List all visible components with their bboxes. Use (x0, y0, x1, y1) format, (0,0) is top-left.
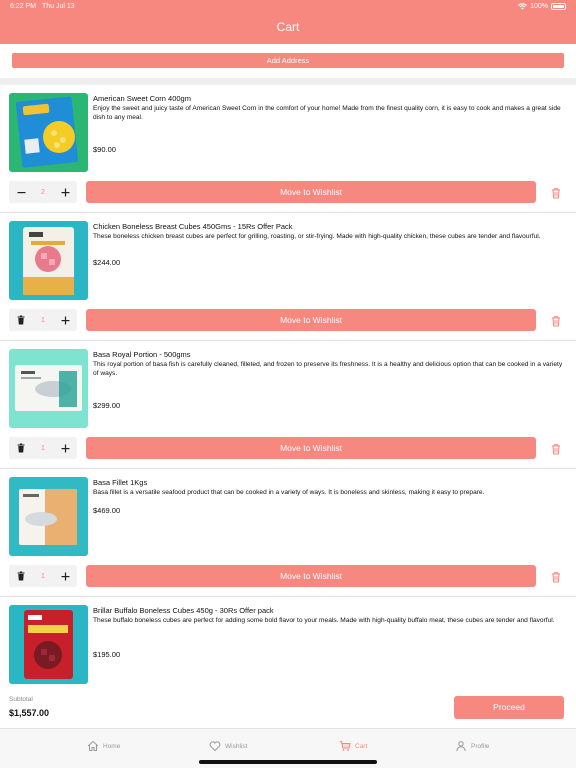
product-name: Basa Royal Portion - 500gms (93, 350, 191, 359)
product-description: Enjoy the sweet and juicy taste of Ameri… (93, 105, 561, 121)
cart-item: Basa Royal Portion - 500gms This royal p… (0, 341, 576, 469)
move-to-wishlist-button[interactable]: Move to Wishlist (86, 181, 536, 203)
tab-profile[interactable]: Profile (455, 740, 489, 752)
product-description: These boneless chicken breast cubes are … (93, 233, 541, 240)
tab-label: Cart (355, 742, 368, 750)
product-description: These buffalo boneless cubes are perfect… (93, 617, 555, 624)
cart-item: Basa Fillet 1Kgs Basa fillet is a versat… (0, 469, 576, 597)
tab-home[interactable]: Home (87, 740, 120, 752)
home-indicator (199, 760, 377, 764)
move-to-wishlist-button[interactable]: Move to Wishlist (86, 437, 536, 459)
plus-icon[interactable] (59, 314, 71, 326)
add-address-button[interactable]: Add Address (12, 53, 564, 68)
product-name: Basa Fillet 1Kgs (93, 478, 148, 487)
battery-percent: 100% (530, 3, 548, 10)
wifi-icon (518, 3, 527, 10)
tab-label: Wishlist (225, 742, 248, 750)
remove-item-trash-icon[interactable] (550, 570, 562, 583)
remove-item-trash-icon[interactable] (550, 186, 562, 199)
basa-royal-pack-image (9, 349, 88, 428)
product-price: $299.00 (93, 401, 121, 410)
buffalo-pack-image (9, 605, 88, 684)
tab-label: Profile (471, 742, 490, 750)
product-image-corn[interactable] (9, 93, 88, 172)
product-image-chicken[interactable] (9, 221, 88, 300)
product-price: $469.00 (93, 506, 121, 515)
plus-icon[interactable] (59, 186, 71, 198)
cart-item: Chicken Boneless Breast Cubes 450Gms - 1… (0, 213, 576, 341)
quantity-stepper: 1 (9, 565, 77, 587)
remove-item-trash-icon[interactable] (550, 442, 562, 455)
product-name: American Sweet Corn 400gm (93, 94, 191, 103)
cart-icon (339, 741, 351, 751)
section-divider (0, 78, 576, 85)
product-description: Basa fillet is a versatile seafood produ… (93, 489, 485, 496)
quantity-value: 1 (41, 444, 45, 452)
home-icon (87, 740, 99, 751)
quantity-stepper: 1 (9, 437, 77, 459)
cart-footer: Subtotal $1,557.00 Proceed (0, 690, 576, 728)
product-price: $195.00 (93, 650, 121, 659)
app-header: 6:22 PM Thu Jul 13 100% Cart (0, 0, 576, 44)
quantity-value: 1 (41, 316, 45, 324)
quantity-stepper: 1 (9, 309, 77, 331)
cart-item: Brillar Buffalo Boneless Cubes 450g - 30… (0, 597, 576, 690)
status-date: Thu Jul 13 (42, 3, 75, 10)
plus-icon[interactable] (59, 570, 71, 582)
quantity-value: 2 (41, 188, 45, 196)
corn-pack-image (9, 93, 88, 172)
product-image-buffalo[interactable] (9, 605, 88, 684)
move-to-wishlist-button[interactable]: Move to Wishlist (86, 309, 536, 331)
quantity-stepper: 2 (9, 181, 77, 203)
move-to-wishlist-button[interactable]: Move to Wishlist (86, 565, 536, 587)
trash-icon[interactable] (15, 314, 27, 326)
status-time: 6:22 PM (10, 3, 37, 10)
battery-icon (551, 3, 566, 10)
product-price: $90.00 (93, 145, 116, 154)
product-image-basa-fillet[interactable] (9, 477, 88, 556)
status-right: 100% (518, 3, 566, 10)
product-image-basa-royal[interactable] (9, 349, 88, 428)
product-name: Chicken Boneless Breast Cubes 450Gms - 1… (93, 222, 293, 231)
plus-icon[interactable] (59, 442, 71, 454)
subtotal-value: $1,557.00 (9, 708, 50, 718)
subtotal-label: Subtotal (9, 696, 33, 703)
tab-wishlist[interactable]: Wishlist (209, 740, 247, 752)
page-title: Cart (276, 20, 300, 34)
quantity-value: 1 (41, 572, 45, 580)
status-bar: 6:22 PM Thu Jul 13 100% (0, 0, 576, 14)
trash-icon[interactable] (15, 442, 27, 454)
basa-fillet-pack-image (9, 477, 88, 556)
remove-item-trash-icon[interactable] (550, 314, 562, 327)
tab-label: Home (103, 742, 121, 750)
product-description: This royal portion of basa fish is caref… (93, 361, 563, 377)
product-price: $244.00 (93, 258, 121, 267)
heart-icon (209, 741, 221, 752)
chicken-pack-image (9, 221, 88, 300)
proceed-button[interactable]: Proceed (454, 696, 564, 719)
trash-icon[interactable] (15, 570, 27, 582)
tab-cart[interactable]: Cart (339, 740, 367, 752)
cart-item: American Sweet Corn 400gm Enjoy the swee… (0, 85, 576, 213)
product-name: Brillar Buffalo Boneless Cubes 450g - 30… (93, 606, 274, 615)
minus-icon[interactable] (15, 186, 27, 198)
person-icon (456, 741, 466, 752)
